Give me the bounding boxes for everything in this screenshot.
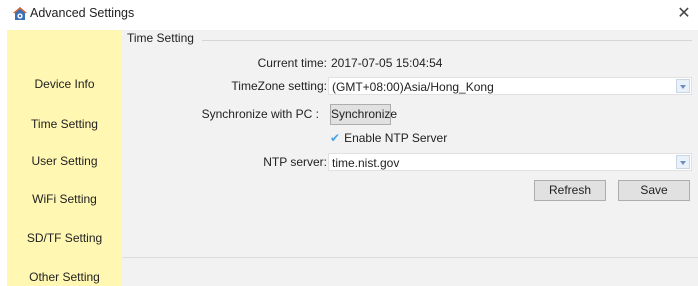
sidebar-item-sdtf-setting[interactable]: SD/TF Setting [7,231,122,245]
house-gear-icon [13,7,27,20]
timezone-label: TimeZone setting: [231,79,327,93]
ntp-server-select[interactable]: time.nist.gov [328,153,692,171]
save-button[interactable]: Save [618,180,690,201]
group-divider [202,40,692,41]
close-button[interactable]: ✕ [674,3,694,25]
refresh-button[interactable]: Refresh [534,180,606,201]
sync-label: Synchronize with PC : [201,107,319,121]
chevron-down-icon[interactable] [676,155,690,169]
title-bar: Advanced Settings ✕ [0,0,698,30]
group-title: Time Setting [127,31,198,45]
checkmark-icon: ✔ [330,131,341,145]
current-time-label: Current time: [257,56,327,70]
ntp-server-selected-value: time.nist.gov [332,156,400,170]
timezone-selected-value: (GMT+08:00)Asia/Hong_Kong [332,80,494,94]
timezone-select[interactable]: (GMT+08:00)Asia/Hong_Kong [328,77,692,95]
enable-ntp-label: Enable NTP Server [344,131,448,145]
sidebar-item-user-setting[interactable]: User Setting [7,154,122,168]
panel-bottom-divider [122,257,698,258]
ntp-server-label: NTP server: [263,155,327,169]
sidebar-item-other-setting[interactable]: Other Setting [7,270,122,284]
chevron-down-icon[interactable] [676,79,690,93]
synchronize-button[interactable]: Synchronize [330,104,397,125]
current-time-value: 2017-07-05 15:04:54 [331,56,443,70]
sidebar-item-device-info[interactable]: Device Info [7,77,122,91]
window-title: Advanced Settings [30,6,135,20]
settings-sidebar: Device Info Time Setting User Setting Wi… [7,30,122,286]
time-setting-panel: Time Setting Current time: 2017-07-05 15… [122,30,698,286]
sidebar-item-wifi-setting[interactable]: WiFi Setting [7,192,122,206]
enable-ntp-checkbox[interactable]: ✔ Enable NTP Server [330,131,447,145]
